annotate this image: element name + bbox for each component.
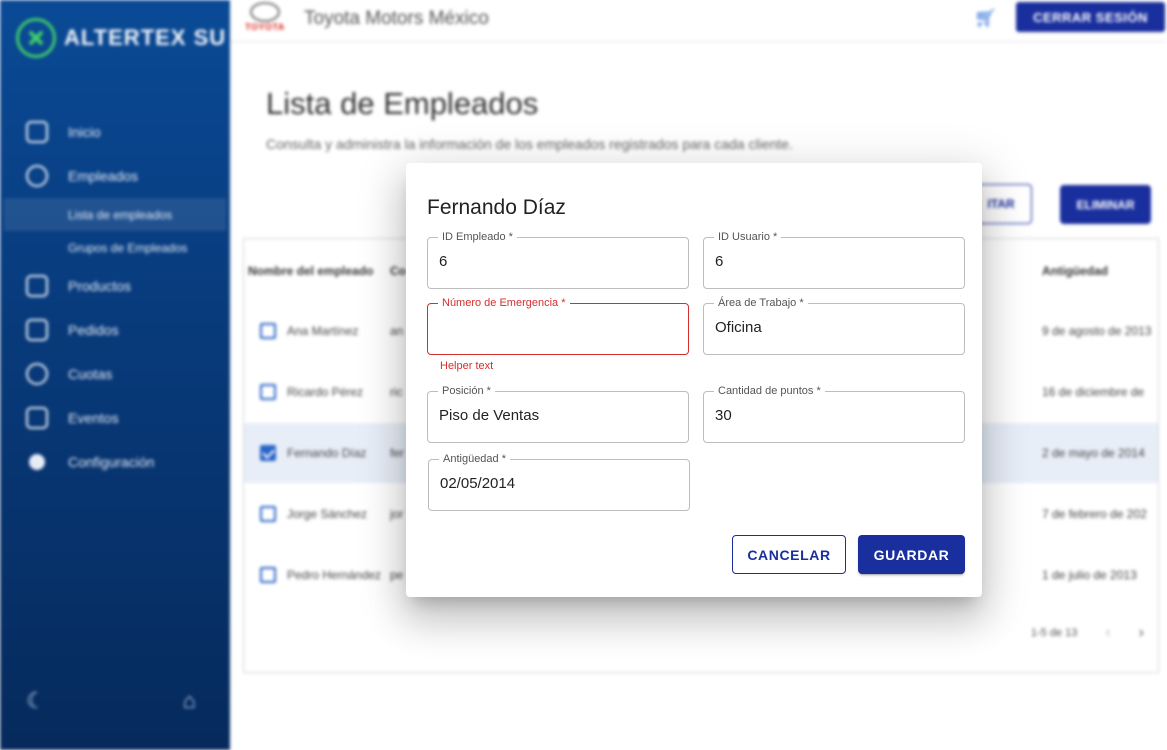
sidebar-item-label: Empleados: [68, 168, 139, 184]
brand-logo: ALTERTEX SU: [16, 18, 226, 58]
employee-id-input[interactable]: [439, 253, 675, 270]
brand-name: ALTERTEX SU: [64, 25, 227, 50]
sidebar-item-label: Productos: [68, 278, 132, 294]
emergency-number-input[interactable]: [439, 319, 675, 336]
row-checkbox[interactable]: [260, 384, 276, 400]
emergency-number-field[interactable]: Número de Emergencia *: [427, 296, 689, 355]
sidebar-item-productos[interactable]: Productos: [0, 264, 230, 308]
user-id-input[interactable]: [715, 253, 951, 270]
logo-x-icon: [16, 18, 56, 58]
toyota-emblem-icon: [250, 2, 280, 22]
employee-user-cell: pe: [390, 568, 404, 582]
column-header-seniority[interactable]: Antigüedad: [1042, 264, 1108, 278]
row-checkbox[interactable]: [260, 506, 276, 522]
page-title: Lista de Empleados: [266, 86, 539, 121]
sidebar-item-configuracion[interactable]: Configuración: [0, 440, 230, 484]
box-icon: [26, 275, 48, 297]
sidebar-item-inicio[interactable]: Inicio: [0, 110, 230, 154]
employee-name-cell: Pedro Hernández: [287, 568, 382, 582]
pagination-range: 1-5 de 13: [1030, 627, 1078, 639]
row-checkbox[interactable]: [260, 323, 276, 339]
sidebar-item-label: Configuración: [68, 454, 155, 470]
sidebar-subitem-grupos-empleados[interactable]: Grupos de Empleados: [0, 231, 230, 264]
home-icon[interactable]: ⌂: [183, 688, 196, 714]
employee-user-cell: an: [390, 324, 404, 338]
field-label: Posición *: [438, 384, 495, 398]
seniority-input[interactable]: [440, 475, 676, 492]
employee-seniority-cell: 2 de mayo de 2014: [1042, 446, 1145, 460]
gear-icon: [29, 454, 45, 470]
employee-user-cell: ric: [390, 385, 403, 399]
seniority-field[interactable]: Antigüedad *: [428, 452, 690, 511]
field-label: Número de Emergencia *: [438, 296, 570, 310]
employee-seniority-cell: 9 de agosto de 2013: [1042, 324, 1152, 338]
sidebar-item-label: Cuotas: [68, 366, 113, 382]
work-area-field[interactable]: Área de Trabajo *: [703, 296, 965, 355]
people-icon: [26, 165, 48, 187]
coins-icon: [26, 363, 48, 385]
column-header-name[interactable]: Nombre del empleado: [248, 264, 373, 278]
employee-user-cell: fer: [390, 446, 405, 460]
sidebar-nav: Inicio Empleados Lista de empleados Grup…: [0, 110, 230, 484]
helper-text: Helper text: [440, 360, 494, 372]
field-label: ID Empleado *: [438, 230, 517, 244]
position-field[interactable]: Posición *: [427, 384, 689, 443]
sidebar: ALTERTEX SU Inicio Empleados Lista de em…: [0, 0, 230, 750]
employee-name-cell: Fernando Díaz: [287, 446, 367, 460]
sidebar-item-cuotas[interactable]: Cuotas: [0, 352, 230, 396]
company-name: Toyota Motors México: [304, 8, 489, 29]
delete-button[interactable]: ELIMINAR: [1060, 185, 1151, 224]
edit-employee-dialog: Fernando Díaz ID Empleado * ID Usuario *…: [406, 163, 982, 597]
sidebar-footer: ☾ ⌂: [26, 688, 196, 714]
user-id-field[interactable]: ID Usuario *: [703, 230, 965, 289]
sidebar-item-pedidos[interactable]: Pedidos: [0, 308, 230, 352]
row-checkbox[interactable]: [260, 445, 276, 461]
field-label: Área de Trabajo *: [714, 296, 808, 310]
employee-seniority-cell: 7 de febrero de 202: [1042, 507, 1147, 521]
save-button[interactable]: GUARDAR: [858, 535, 965, 574]
employee-name-cell: Jorge Sánchez: [287, 507, 368, 521]
calendar-icon: [26, 407, 48, 429]
row-checkbox[interactable]: [260, 567, 276, 583]
sidebar-item-label: Inicio: [68, 124, 101, 140]
sidebar-item-eventos[interactable]: Eventos: [0, 396, 230, 440]
home-icon: [26, 121, 48, 143]
prev-page-icon[interactable]: ‹: [1105, 624, 1110, 642]
work-area-input[interactable]: [715, 319, 951, 336]
points-field[interactable]: Cantidad de puntos *: [703, 384, 965, 443]
employee-id-field[interactable]: ID Empleado *: [427, 230, 689, 289]
position-input[interactable]: [439, 407, 675, 424]
sidebar-item-empleados[interactable]: Empleados: [0, 154, 230, 198]
employee-user-cell: jor: [390, 507, 404, 521]
sidebar-item-label: Pedidos: [68, 322, 119, 338]
employee-seniority-cell: 1 de julio de 2013: [1042, 568, 1137, 582]
employee-name-cell: Ricardo Pérez: [287, 385, 364, 399]
points-input[interactable]: [715, 407, 951, 424]
field-label: ID Usuario *: [714, 230, 782, 244]
employee-name-cell: Ana Martínez: [287, 324, 359, 338]
moon-icon[interactable]: ☾: [26, 688, 46, 714]
sidebar-subitem-lista-empleados[interactable]: Lista de empleados: [4, 198, 226, 231]
page-description: Consulta y administra la información de …: [266, 136, 793, 152]
field-label: Antigüedad *: [439, 452, 510, 466]
inbox-icon: [26, 319, 48, 341]
next-page-icon[interactable]: ›: [1139, 624, 1144, 642]
column-header-user[interactable]: Co: [390, 264, 406, 278]
field-label: Cantidad de puntos *: [714, 384, 825, 398]
cancel-button[interactable]: CANCELAR: [732, 535, 846, 574]
dialog-title: Fernando Díaz: [427, 196, 566, 219]
employee-seniority-cell: 16 de diciembre de: [1042, 385, 1145, 399]
cart-icon[interactable]: 🛒︎: [974, 8, 997, 29]
logout-button[interactable]: CERRAR SESIÓN: [1016, 2, 1165, 32]
toyota-logo: TOYOTA: [238, 2, 292, 36]
sidebar-item-label: Eventos: [68, 410, 119, 426]
pagination: 1-5 de 13 ‹ ›: [1031, 624, 1144, 642]
top-bar: TOYOTA Toyota Motors México 🛒︎ CERRAR SE…: [230, 0, 1167, 42]
